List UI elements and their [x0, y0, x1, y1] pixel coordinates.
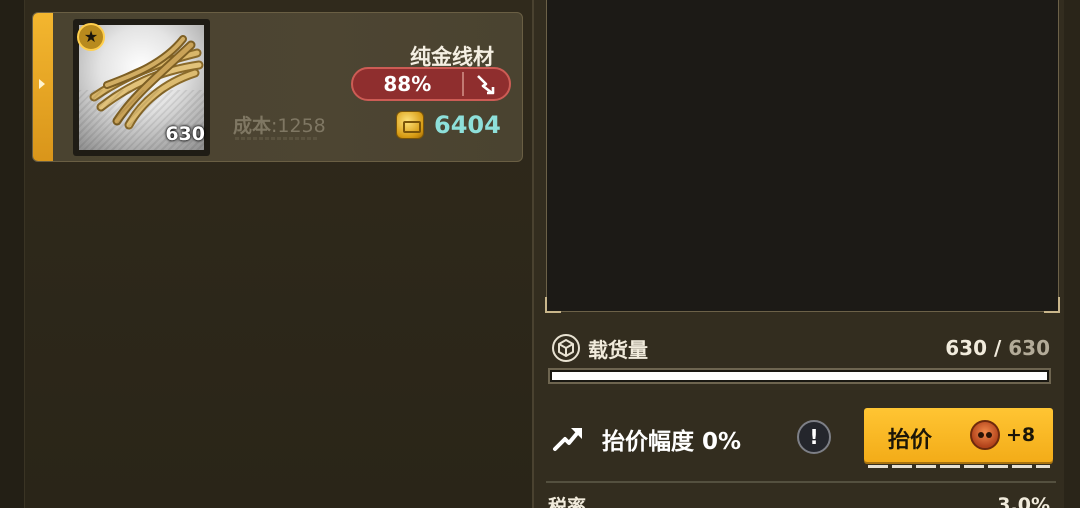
frame-corner [1044, 297, 1060, 313]
coin-icon [396, 111, 424, 139]
cube-icon [552, 334, 580, 362]
cargo-display [545, 0, 1060, 313]
raise-button-label: 抬价 [888, 428, 933, 453]
goods-item-card[interactable]: ★ 630 纯金线材 88% 成本:1258 6404 [32, 12, 523, 162]
cost-value: 1258 [277, 115, 326, 137]
star-icon: ★ [77, 23, 105, 51]
cargo-label: 载货量 [588, 338, 648, 362]
trend-up-icon [552, 420, 586, 454]
trend-down-icon [464, 69, 509, 99]
raise-cost: +8 [1006, 424, 1036, 446]
cost-label: 成本 [233, 115, 272, 137]
frame-corner [545, 297, 561, 313]
stamina-icon [970, 420, 1000, 450]
right-edge-panel [1064, 0, 1080, 508]
raise-charge-indicator [868, 465, 1050, 468]
raise-price-button[interactable]: 抬价 +8 [864, 408, 1053, 462]
selected-indicator [33, 13, 53, 161]
raise-amount-label: 抬价幅度 0% [602, 429, 742, 455]
exclamation-icon[interactable]: ! [797, 420, 831, 454]
cargo-progress-bar [548, 368, 1051, 384]
cargo-max: 630 [1008, 336, 1050, 360]
price-percent-badge: 88% [351, 67, 511, 101]
cargo-progress-fill [552, 372, 1047, 380]
cargo-current: 630 [945, 336, 988, 360]
tax-label: 税率 [548, 496, 587, 508]
cost-text: 成本:1258 [233, 111, 326, 138]
cost-underline [235, 137, 317, 140]
sell-price: 6404 [434, 111, 501, 139]
left-edge-panel [0, 0, 24, 508]
tax-value: 3.0% [997, 494, 1050, 508]
item-quantity: 630 [165, 123, 205, 145]
cargo-separator: / [987, 336, 1009, 360]
chevron-right-icon [39, 79, 45, 89]
cargo-count: 630 / 630 [945, 336, 1050, 360]
price-percent: 88% [383, 72, 432, 96]
section-divider [546, 481, 1056, 483]
